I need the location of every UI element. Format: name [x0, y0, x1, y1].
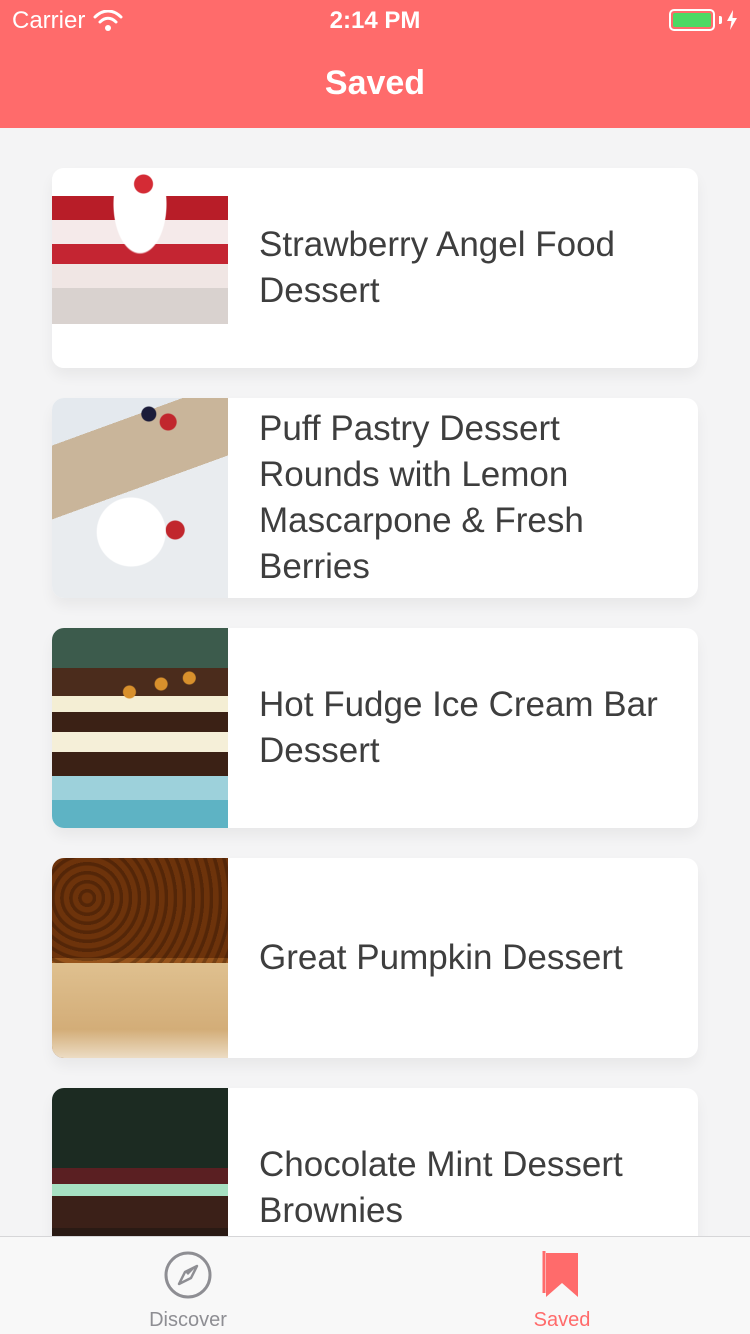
ice-cream-bar-photo: [52, 628, 228, 828]
status-time: 2:14 PM: [329, 7, 421, 34]
status-bar: Carrier 2:14 PM: [0, 0, 750, 40]
recipe-card[interactable]: Strawberry Angel Food Dessert: [52, 168, 698, 368]
recipe-card[interactable]: Puff Pastry Dessert Rounds with Lemon Ma…: [52, 398, 698, 598]
tab-saved-label: Saved: [533, 1309, 591, 1331]
recipe-card[interactable]: Hot Fudge Ice Cream Bar Dessert: [52, 628, 698, 828]
tab-bar: Discover Saved: [0, 1236, 750, 1334]
battery-cap: [719, 16, 722, 24]
bolt-icon: [727, 10, 737, 30]
battery-level: [673, 13, 711, 27]
puff-pastry-rounds-photo: [52, 398, 228, 598]
page-title: Saved: [324, 64, 426, 102]
tab-discover[interactable]: Discover: [63, 1237, 313, 1334]
navigation-header: Carrier 2:14 PM Saved: [0, 0, 750, 128]
battery-status: [669, 9, 738, 31]
recipe-card[interactable]: Great Pumpkin Dessert: [52, 858, 698, 1058]
bookmark-icon: [542, 1251, 578, 1297]
app-root: Carrier 2:14 PM Saved Strawberry Angel F…: [0, 0, 750, 1334]
battery-icon: [669, 9, 715, 31]
recipe-title: Strawberry Angel Food Dessert: [259, 225, 616, 310]
tab-discover-label: Discover: [149, 1309, 227, 1331]
recipe-title: Puff Pastry Dessert Rounds with Lemon Ma…: [259, 409, 584, 586]
recipe-title: Hot Fudge Ice Cream Bar Dessert: [259, 685, 658, 770]
saved-recipe-list[interactable]: Strawberry Angel Food Dessert Puff Pastr…: [52, 168, 698, 1318]
recipe-title: Great Pumpkin Dessert: [259, 938, 623, 977]
pumpkin-dessert-photo: [52, 858, 228, 1058]
tab-saved[interactable]: Saved: [437, 1237, 687, 1334]
compass-icon: [164, 1251, 212, 1299]
strawberry-trifle-photo: [52, 168, 228, 368]
